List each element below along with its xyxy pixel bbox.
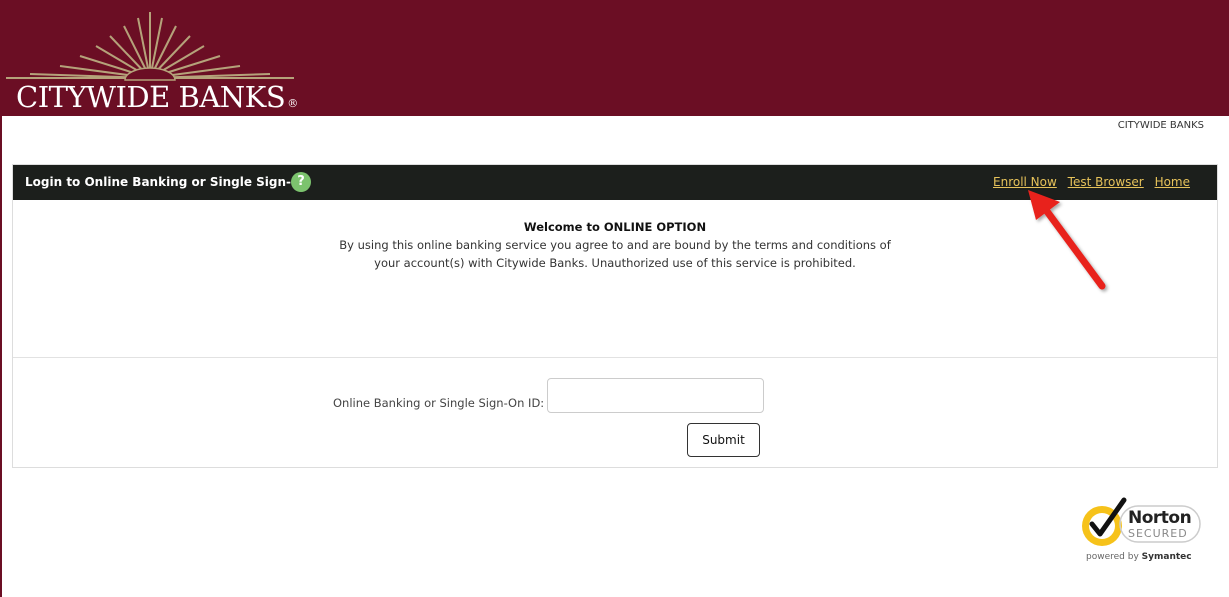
norton-status: SECURED: [1128, 527, 1188, 540]
logo-registered-mark: ®: [287, 97, 298, 110]
submit-button[interactable]: Submit: [687, 423, 760, 457]
citywide-logo-text: CITYWIDE BANKS ®: [16, 80, 298, 114]
logo-name: CITYWIDE BANKS: [16, 80, 286, 114]
login-id-label: Online Banking or Single Sign-On ID:: [333, 396, 545, 410]
site-header: CITYWIDE BANKS ®: [0, 0, 1229, 116]
enroll-now-link[interactable]: Enroll Now: [993, 175, 1057, 189]
login-panel-title: Login to Online Banking or Single Sign-O…: [25, 175, 310, 189]
powered-by-brand: Symantec: [1141, 552, 1192, 562]
powered-by-prefix: powered by: [1086, 552, 1139, 562]
panel-divider: [13, 357, 1217, 358]
norton-name: Norton: [1128, 508, 1192, 528]
welcome-body: By using this online banking service you…: [339, 238, 891, 270]
login-id-input[interactable]: [547, 378, 764, 413]
norton-powered-by: powered by Symantec: [1086, 552, 1192, 562]
help-question-icon[interactable]: ?: [291, 172, 311, 192]
header-nav-links: Enroll Now Test Browser Home: [986, 175, 1190, 189]
home-link[interactable]: Home: [1155, 175, 1190, 189]
annotation-arrow-icon: [1028, 190, 1106, 290]
test-browser-link[interactable]: Test Browser: [1068, 175, 1144, 189]
bank-name-label: CITYWIDE BANKS: [1117, 120, 1204, 131]
